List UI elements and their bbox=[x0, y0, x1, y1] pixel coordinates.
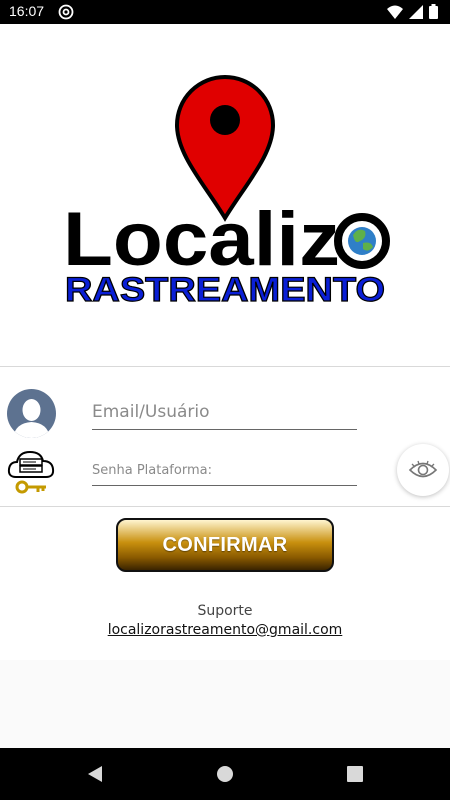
user-avatar-icon bbox=[7, 389, 56, 438]
toggle-password-visibility-button[interactable] bbox=[397, 444, 449, 496]
app-logo: Localiz RASTREAMENTO bbox=[55, 75, 395, 315]
bottom-area bbox=[0, 660, 450, 748]
navigation-bar bbox=[0, 748, 450, 800]
divider-bottom bbox=[0, 506, 450, 507]
globe-icon bbox=[334, 213, 390, 269]
logo-subtitle: RASTREAMENTO bbox=[65, 271, 385, 309]
support-email-link[interactable]: localizorastreamento@gmail.com bbox=[0, 622, 450, 638]
eye-icon bbox=[408, 460, 438, 478]
status-bar: 16:07 bbox=[0, 0, 450, 24]
home-icon[interactable] bbox=[216, 765, 234, 783]
status-icons bbox=[387, 4, 438, 19]
status-time: 16:07 bbox=[9, 3, 45, 19]
confirm-button[interactable]: CONFIRMAR bbox=[116, 518, 334, 572]
localizo-logo: Localiz RASTREAMENTO bbox=[63, 75, 390, 310]
signal-icon bbox=[409, 4, 423, 19]
password-input[interactable] bbox=[92, 459, 357, 486]
battery-icon bbox=[429, 4, 438, 19]
divider-top bbox=[0, 366, 450, 367]
logo-word: Localiz bbox=[63, 197, 340, 282]
back-icon[interactable] bbox=[86, 765, 104, 783]
wifi-icon bbox=[387, 5, 403, 19]
at-sign-icon bbox=[58, 4, 74, 20]
recents-icon[interactable] bbox=[346, 765, 364, 783]
support-label: Suporte bbox=[197, 603, 253, 619]
cloud-key-icon bbox=[7, 450, 55, 494]
email-input[interactable] bbox=[92, 398, 357, 430]
